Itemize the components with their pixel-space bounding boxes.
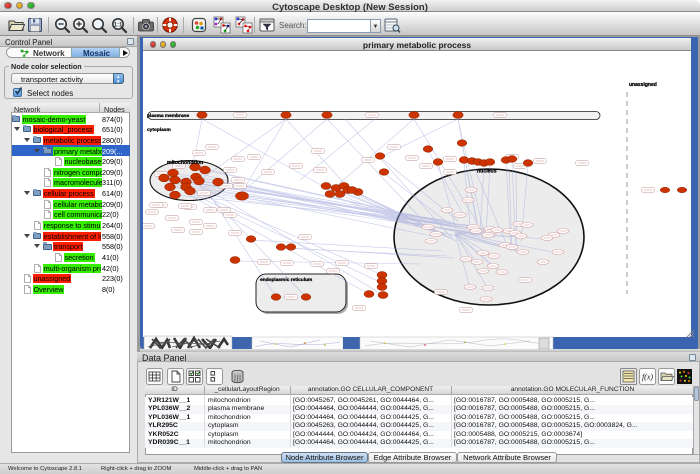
svg-text:nucleus: nucleus <box>477 169 497 175</box>
svg-text:f(x): f(x) <box>642 373 653 382</box>
svg-text:unassigned: unassigned <box>629 82 657 88</box>
svg-text:cytoplasm: cytoplasm <box>147 127 171 133</box>
svg-text:plasma membrane: plasma membrane <box>147 113 189 119</box>
svg-text:endoplasmic reticulum: endoplasmic reticulum <box>260 277 312 283</box>
svg-text:mitochondrion: mitochondrion <box>167 160 203 166</box>
